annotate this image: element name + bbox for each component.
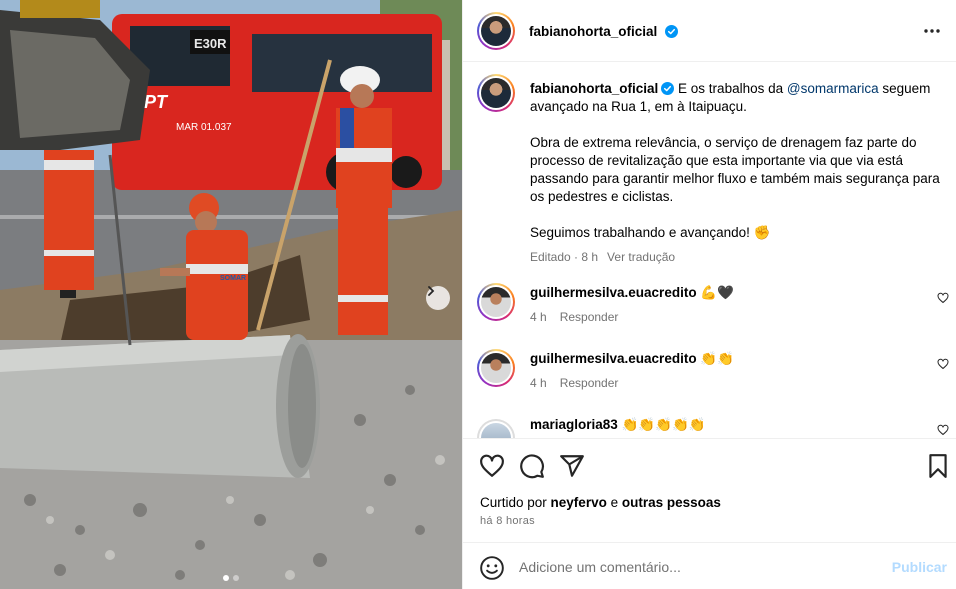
caption-mention-link[interactable]: @somarmarica (787, 81, 879, 96)
post-details-panel: fabianohorta_oficial fabianohorta_oficia… (462, 0, 956, 589)
more-options-icon[interactable] (921, 22, 943, 40)
bus-route-label: E30R (194, 36, 227, 51)
post-time-ago[interactable]: há 8 horas (480, 515, 535, 527)
comment-avatar[interactable] (477, 349, 515, 387)
carousel-indicator (0, 575, 462, 581)
comment-username[interactable]: guilhermesilva.euacredito (530, 285, 697, 300)
comment-like-heart-icon[interactable] (937, 424, 949, 436)
post-header: fabianohorta_oficial (463, 0, 956, 62)
caption-author-avatar[interactable] (477, 74, 515, 112)
share-icon[interactable] (559, 453, 585, 479)
bus-number-label: MAR 01.037 (176, 122, 232, 133)
caption-paragraph-3: Seguimos trabalhando e avançando! ✊ (530, 225, 771, 240)
author-username[interactable]: fabianohorta_oficial (529, 24, 657, 39)
comment-text: 👏👏 (700, 351, 734, 366)
reply-button[interactable]: Responder (560, 310, 619, 324)
bookmark-icon[interactable] (925, 453, 951, 479)
comment-username[interactable]: mariagloria83 (530, 417, 618, 432)
comment-username[interactable]: guilhermesilva.euacredito (530, 351, 697, 366)
post-caption: fabianohorta_oficial E os trabalhos da @… (530, 80, 940, 266)
liked-by-others-link[interactable]: outras pessoas (622, 495, 721, 510)
add-comment-bar: Publicar (463, 542, 956, 589)
author-avatar[interactable] (477, 12, 515, 50)
comment-input[interactable] (519, 556, 879, 578)
comment-like-heart-icon[interactable] (937, 358, 949, 370)
comments-scroll-area[interactable]: fabianohorta_oficial E os trabalhos da @… (463, 62, 956, 438)
comment-avatar[interactable] (477, 283, 515, 321)
carousel-dot-active (223, 575, 229, 581)
next-slide-button[interactable] (426, 286, 450, 310)
liked-by-text: Curtido por neyfervo e outras pessoas (480, 495, 721, 510)
caption-paragraph-2: Obra de extrema relevância, o serviço de… (530, 135, 940, 204)
carousel-dot (233, 575, 239, 581)
publish-button[interactable]: Publicar (892, 559, 947, 575)
caption-text-part1: E os trabalhos da (678, 81, 787, 96)
reply-button[interactable]: Responder (560, 376, 619, 390)
liked-by-conjunction: e (606, 495, 622, 510)
comment-icon[interactable] (519, 453, 545, 479)
comment-like-heart-icon[interactable] (937, 292, 949, 304)
comment-time: 4 h (530, 310, 547, 324)
emoji-icon[interactable] (479, 555, 505, 581)
caption-edited-time: Editado · 8 h (530, 250, 599, 264)
comment-avatar[interactable] (477, 419, 515, 438)
see-translation-link[interactable]: Ver tradução (607, 250, 675, 264)
worker-uniform-logo: SOMAR (220, 275, 246, 282)
post-photo[interactable]: E30R EPT MAR 01.037 SOMAR (0, 0, 462, 589)
chevron-right-icon (428, 286, 435, 296)
comment-text: 💪🖤 (700, 285, 734, 300)
heart-icon[interactable] (479, 453, 505, 479)
caption-username[interactable]: fabianohorta_oficial (530, 81, 658, 96)
verified-badge-icon (664, 25, 678, 38)
comment-text: 👏👏👏👏👏 (621, 417, 706, 432)
comment-time: 4 h (530, 376, 547, 390)
liked-by-user-link[interactable]: neyfervo (551, 495, 607, 510)
post-actions: Curtido por neyfervo e outras pessoas há… (463, 438, 956, 542)
liked-by-prefix: Curtido por (480, 495, 551, 510)
verified-badge-icon (661, 82, 675, 95)
construction-photo-illustration: E30R EPT MAR 01.037 SOMAR (0, 0, 462, 589)
